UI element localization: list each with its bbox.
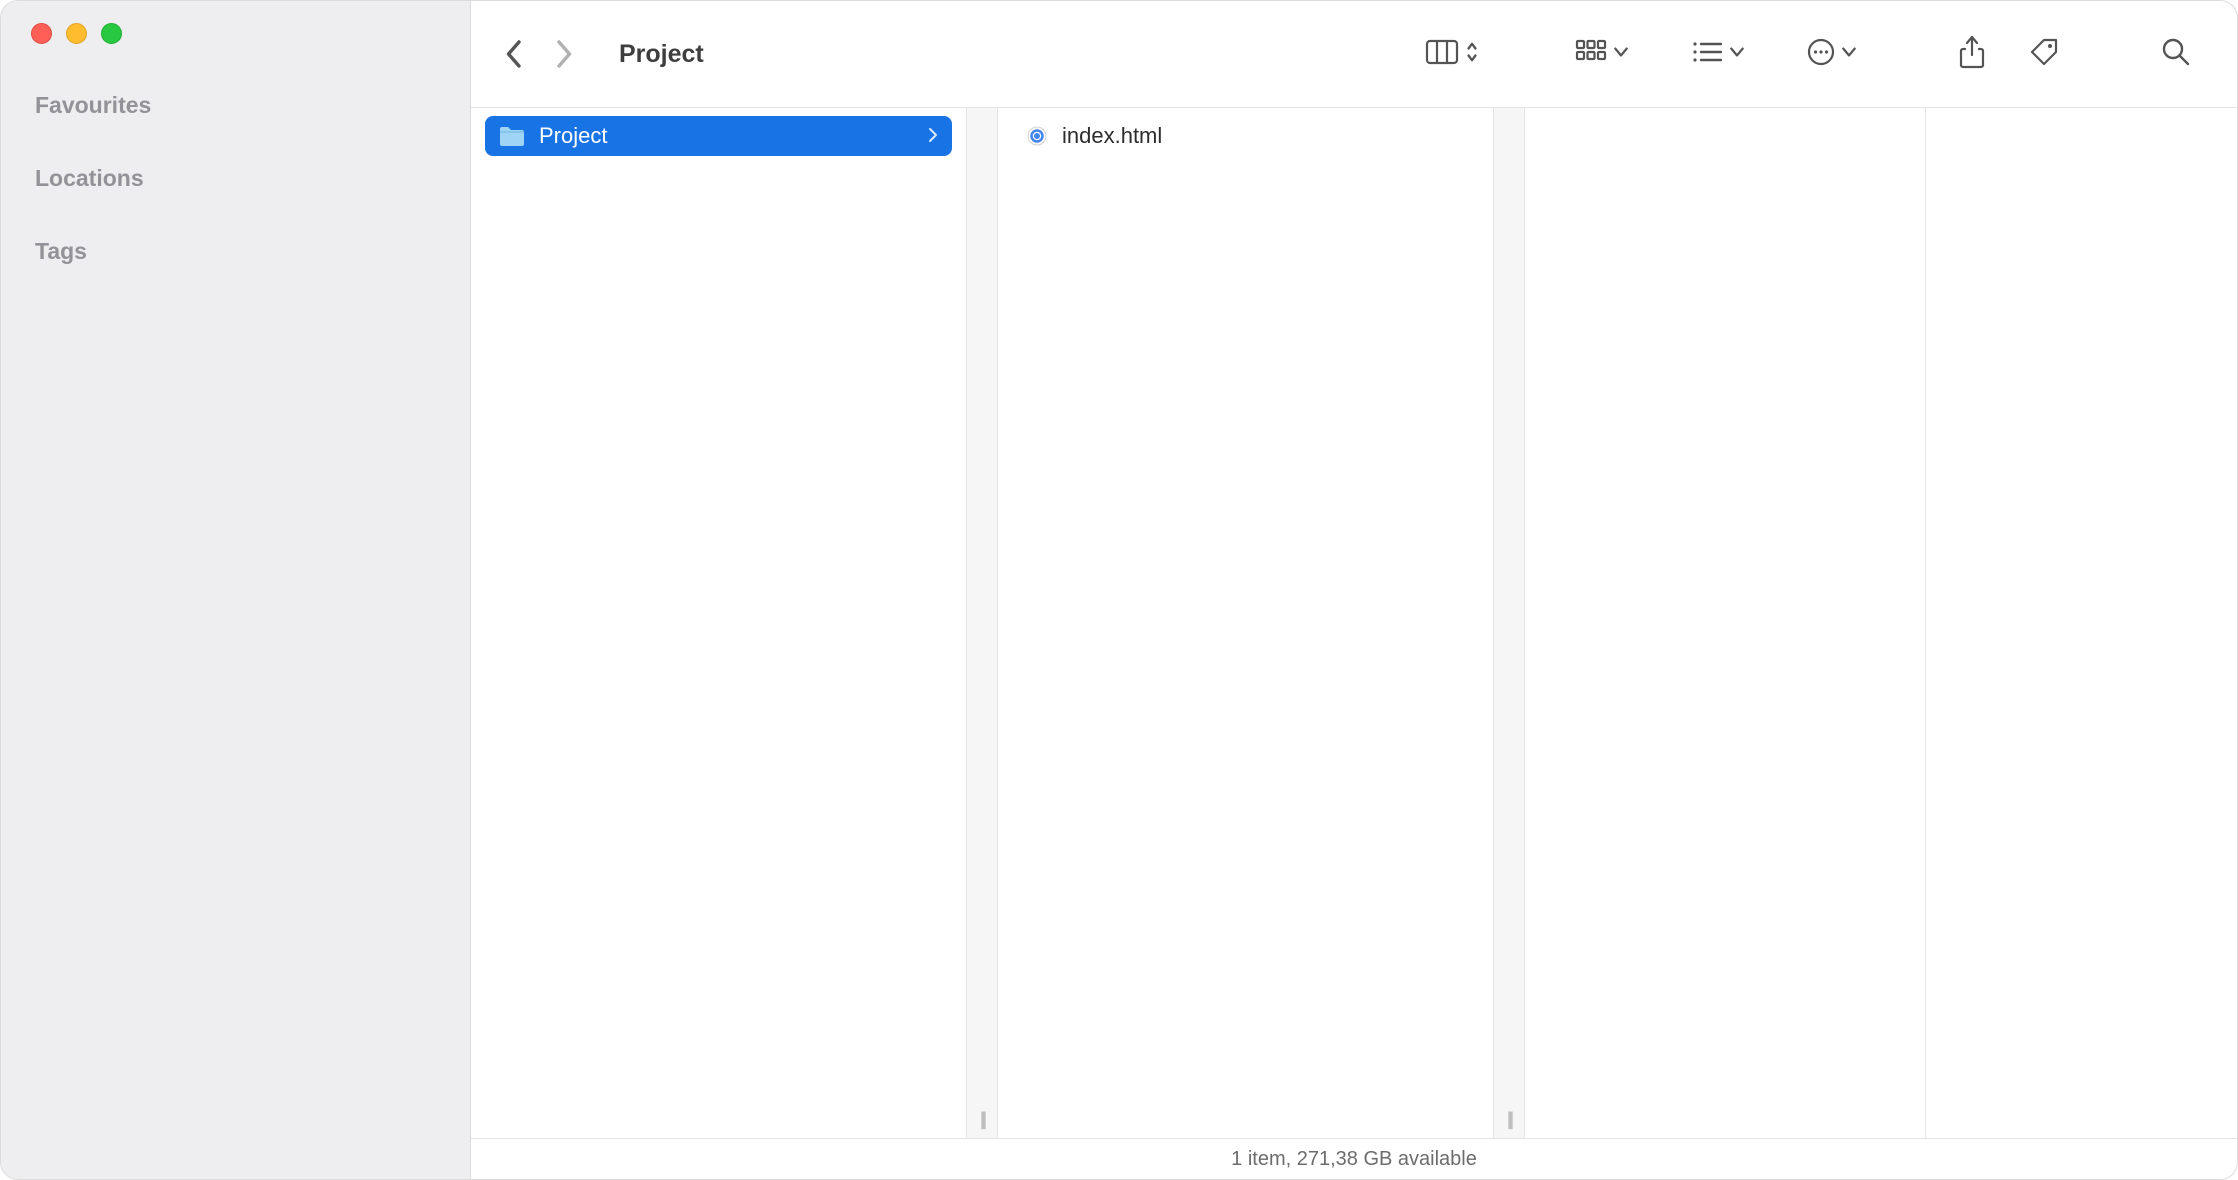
search-button[interactable] <box>2145 34 2207 74</box>
toolbar: Project <box>471 1 2237 108</box>
column-browser: Project || <box>471 108 2237 1138</box>
zoom-window-button[interactable] <box>101 23 122 44</box>
share-button[interactable] <box>1943 34 2001 74</box>
ellipsis-circle-icon <box>1807 38 1835 71</box>
chevron-down-icon <box>1613 45 1629 63</box>
close-window-button[interactable] <box>31 23 52 44</box>
columns-icon <box>1425 39 1459 70</box>
back-button[interactable] <box>505 39 524 69</box>
up-down-icon <box>1465 40 1479 69</box>
share-icon <box>1959 35 1985 74</box>
group-by-button[interactable] <box>1559 34 1645 74</box>
window-title: Project <box>619 40 704 69</box>
sidebar-heading-favourites[interactable]: Favourites <box>35 92 436 119</box>
column-2[interactable]: index.html <box>998 108 1493 1138</box>
preview-column <box>1925 108 2237 1138</box>
resize-handle-icon: || <box>1507 1109 1511 1130</box>
sort-button[interactable] <box>1675 34 1761 74</box>
folder-icon <box>499 125 525 147</box>
chevron-right-icon <box>928 123 938 149</box>
finder-window: Favourites Locations Tags Project <box>0 0 2238 1180</box>
folder-item-project[interactable]: Project <box>485 116 952 156</box>
tag-icon <box>2029 37 2059 72</box>
sidebar-heading-locations[interactable]: Locations <box>35 165 436 192</box>
list-icon <box>1691 40 1723 69</box>
folder-label: Project <box>539 123 607 149</box>
nav-controls <box>505 39 573 69</box>
chevron-down-icon <box>1841 45 1857 63</box>
search-icon <box>2161 37 2191 72</box>
column-1[interactable]: Project <box>471 108 966 1138</box>
column-3[interactable] <box>1525 108 1925 1138</box>
chevron-down-icon <box>1729 45 1745 63</box>
sidebar-sections: Favourites Locations Tags <box>1 92 470 265</box>
grid-icon <box>1575 39 1607 70</box>
column-divider-2[interactable]: || <box>1493 108 1525 1138</box>
tags-button[interactable] <box>2013 34 2075 74</box>
window-body: Favourites Locations Tags Project <box>1 1 2237 1179</box>
file-item-index-html[interactable]: index.html <box>1012 116 1479 156</box>
forward-button[interactable] <box>554 39 573 69</box>
content-area: Project <box>471 1 2237 1179</box>
column-view-button[interactable] <box>1409 34 1495 74</box>
file-label: index.html <box>1062 123 1162 149</box>
html-file-icon <box>1026 125 1048 147</box>
action-button[interactable] <box>1791 34 1873 74</box>
status-bar: 1 item, 271,38 GB available <box>471 1138 2237 1179</box>
sidebar-heading-tags[interactable]: Tags <box>35 238 436 265</box>
sidebar: Favourites Locations Tags <box>1 1 471 1179</box>
column-divider-1[interactable]: || <box>966 108 998 1138</box>
resize-handle-icon: || <box>980 1109 984 1130</box>
window-controls <box>1 23 470 44</box>
status-text: 1 item, 271,38 GB available <box>1231 1148 1477 1171</box>
minimize-window-button[interactable] <box>66 23 87 44</box>
